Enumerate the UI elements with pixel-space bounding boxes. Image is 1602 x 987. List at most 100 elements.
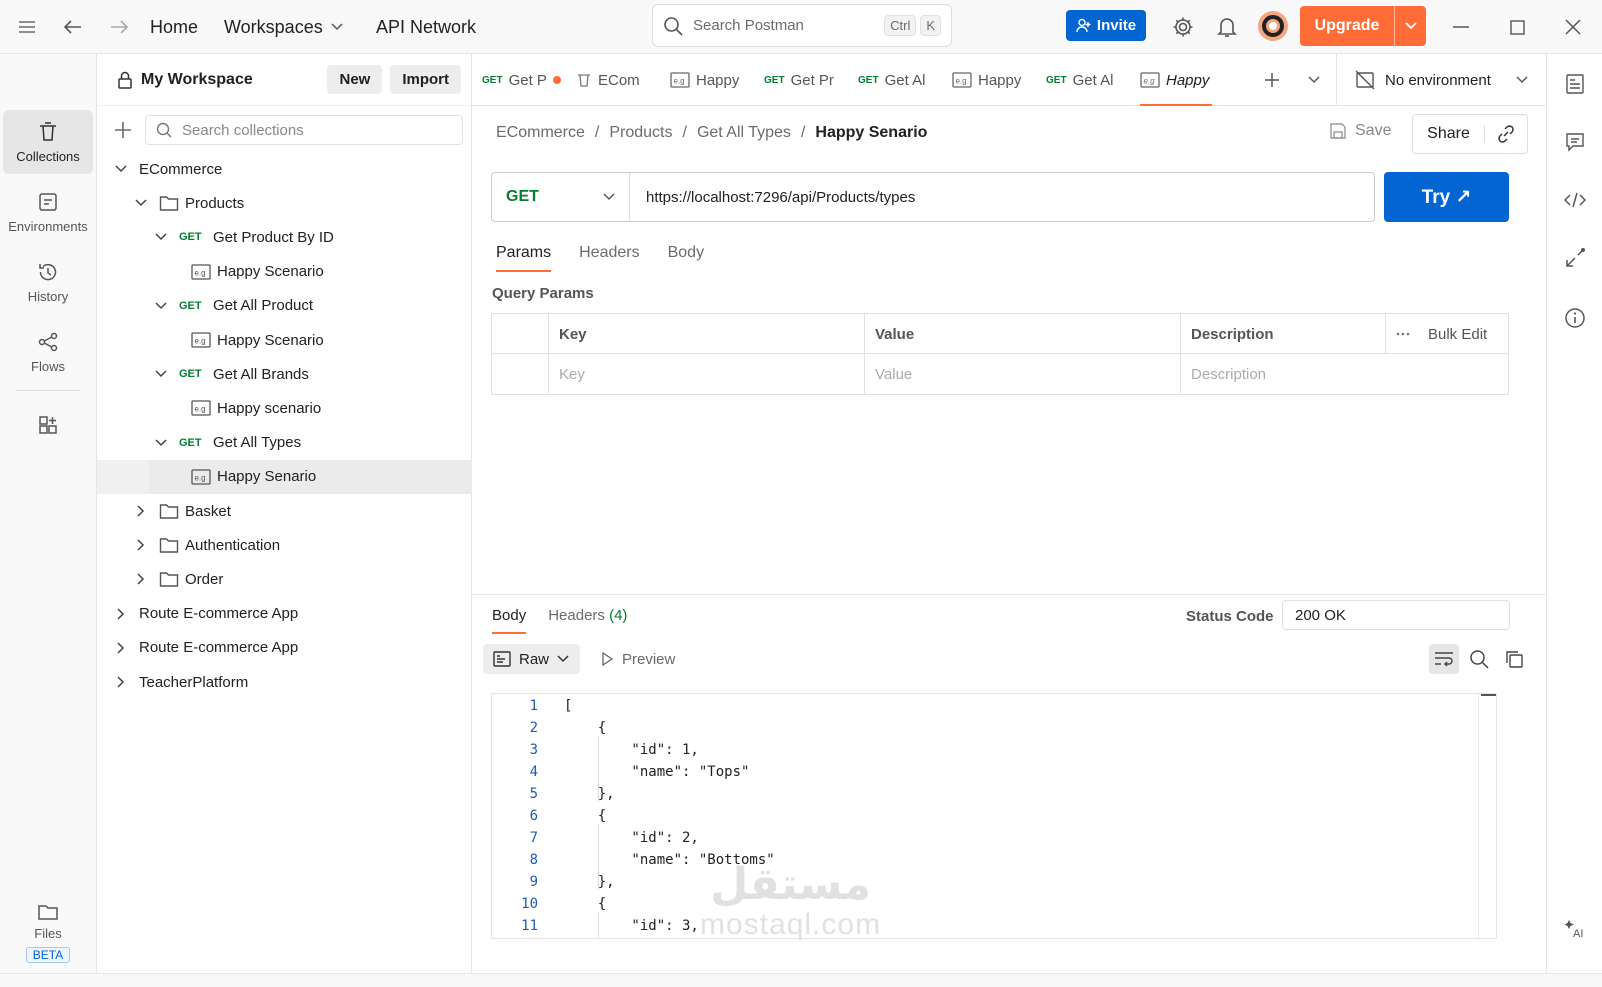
request-item[interactable]: GET Get All Types — [97, 426, 472, 460]
import-button[interactable]: Import — [390, 65, 461, 94]
tab-params[interactable]: Params — [496, 244, 552, 272]
request-tab[interactable]: e.g Happy — [1140, 54, 1212, 106]
description-input[interactable]: Description — [1180, 354, 1508, 394]
ai-assistant-icon[interactable]: AI — [1561, 914, 1589, 942]
collection-item[interactable]: TeacherPlatform — [97, 665, 472, 699]
collection-item[interactable]: Route E-commerce App — [97, 597, 472, 631]
example-item[interactable]: e.g Happy scenario — [97, 391, 472, 425]
key-input[interactable]: Key — [548, 354, 864, 394]
chevron-right-icon[interactable] — [111, 638, 131, 658]
menu-icon[interactable] — [14, 14, 40, 40]
invite-button[interactable]: Invite — [1066, 10, 1146, 41]
tab-headers[interactable]: Headers — [579, 244, 639, 262]
rail-environments[interactable]: Environments — [3, 180, 93, 244]
wrap-lines-icon[interactable] — [1429, 644, 1459, 674]
chevron-down-icon[interactable] — [151, 296, 171, 316]
folder-item[interactable]: Authentication — [97, 528, 472, 562]
breadcrumb-request[interactable]: Get All Types — [697, 124, 791, 142]
chevron-down-icon[interactable] — [151, 364, 171, 384]
row-checkbox[interactable] — [492, 354, 548, 394]
request-tab[interactable]: GET Get Al — [858, 54, 940, 106]
link-icon[interactable] — [1485, 124, 1527, 144]
chevron-right-icon[interactable] — [111, 672, 131, 692]
value-input[interactable]: Value — [864, 354, 1180, 394]
save-button[interactable]: Save — [1329, 122, 1391, 140]
tab-method-badge: GET — [1046, 74, 1067, 86]
folder-item[interactable]: Order — [97, 562, 472, 596]
back-arrow-icon[interactable] — [60, 14, 86, 40]
breadcrumb-folder[interactable]: Products — [609, 124, 672, 142]
search-icon[interactable] — [1464, 644, 1494, 674]
bulk-edit-button[interactable]: Bulk Edit — [1385, 314, 1508, 354]
response-tab-headers[interactable]: Headers (4) — [548, 607, 627, 624]
maximize-icon[interactable] — [1504, 14, 1530, 40]
chevron-right-icon[interactable] — [131, 569, 151, 589]
collection-item[interactable]: ECommerce — [97, 152, 472, 186]
preview-button[interactable]: Preview — [600, 644, 675, 674]
code-scrollbar[interactable] — [1478, 694, 1496, 938]
collections-search-input[interactable]: Search collections — [145, 115, 463, 145]
workspaces-menu[interactable]: Workspaces — [224, 14, 343, 40]
breadcrumb-collection[interactable]: ECommerce — [496, 124, 585, 142]
new-tab-plus-icon[interactable] — [1260, 54, 1284, 106]
request-item[interactable]: GET Get All Product — [97, 289, 472, 323]
raw-format-select[interactable]: Raw — [483, 644, 580, 674]
breadcrumb-current[interactable]: Happy Senario — [815, 124, 927, 142]
documentation-icon[interactable] — [1561, 70, 1589, 98]
tab-body[interactable]: Body — [668, 244, 704, 262]
request-tab[interactable]: ECom — [576, 54, 658, 106]
request-item[interactable]: GET Get All Brands — [97, 357, 472, 391]
example-item[interactable]: e.g Happy Scenario — [97, 255, 472, 289]
request-tab[interactable]: e.g Happy — [952, 54, 1034, 106]
collection-item[interactable]: Route E-commerce App — [97, 631, 472, 665]
configure-sidebar-icon[interactable] — [3, 398, 93, 452]
code-snippet-icon[interactable] — [1561, 186, 1589, 214]
share-button[interactable]: Share — [1413, 125, 1485, 143]
rail-collections[interactable]: Collections — [3, 110, 93, 174]
rail-flows[interactable]: Flows — [3, 320, 93, 384]
chevron-right-icon[interactable] — [111, 604, 131, 624]
chevron-down-icon[interactable] — [151, 433, 171, 453]
method-select[interactable]: GET — [492, 173, 630, 221]
global-search[interactable]: Search Postman Ctrl K — [652, 4, 952, 47]
chevron-down-icon[interactable] — [1394, 6, 1426, 46]
bell-icon[interactable] — [1214, 14, 1240, 40]
minimize-icon[interactable] — [1448, 14, 1474, 40]
add-collection-icon[interactable] — [111, 118, 135, 142]
chevron-right-icon[interactable] — [131, 535, 151, 555]
forward-arrow-icon[interactable] — [106, 14, 132, 40]
response-tab-body[interactable]: Body — [492, 607, 527, 634]
chevron-down-icon[interactable] — [151, 227, 171, 247]
folder-item[interactable]: Basket — [97, 494, 472, 528]
rail-history[interactable]: History — [3, 250, 93, 314]
info-icon[interactable] — [1561, 304, 1589, 332]
request-tab[interactable]: e.g Happy — [670, 54, 752, 106]
related-collections-icon[interactable] — [1561, 244, 1589, 272]
example-item[interactable]: e.g Happy Senario — [97, 459, 472, 494]
request-item[interactable]: GET Get Product By ID — [97, 220, 472, 254]
tabs-overflow-chevron-icon[interactable] — [1302, 54, 1326, 106]
home-link[interactable]: Home — [150, 14, 198, 40]
settings-gear-icon[interactable] — [1170, 14, 1196, 40]
example-item[interactable]: e.g Happy Scenario — [97, 323, 472, 357]
try-button[interactable]: Try ↗ — [1384, 172, 1509, 222]
rail-files[interactable]: Files BETA — [3, 892, 93, 972]
request-tab[interactable]: GET Get Al — [1046, 54, 1128, 106]
chevron-down-icon[interactable] — [131, 193, 151, 213]
chevron-down-icon[interactable] — [111, 159, 131, 179]
copy-icon[interactable] — [1499, 644, 1529, 674]
folder-item[interactable]: Products — [97, 186, 472, 220]
response-body-code[interactable]: 1[2 {3 "id": 1, 4 "name": "Tops" 5 }, 6 {7 … — [491, 693, 1497, 939]
close-icon[interactable] — [1560, 14, 1586, 40]
url-input[interactable]: https://localhost:7296/api/Products/type… — [630, 189, 915, 206]
avatar[interactable] — [1258, 11, 1288, 41]
request-tab[interactable]: GET Get Pr — [764, 54, 846, 106]
upgrade-button[interactable]: Upgrade — [1300, 6, 1426, 46]
comments-icon[interactable] — [1561, 128, 1589, 156]
request-tab[interactable]: GET Get P — [482, 54, 564, 106]
status-code-value[interactable]: 200 OK — [1282, 600, 1510, 630]
environment-selector[interactable]: No environment — [1336, 54, 1546, 106]
new-button[interactable]: New — [327, 65, 383, 94]
chevron-right-icon[interactable] — [131, 501, 151, 521]
api-network-link[interactable]: API Network — [376, 14, 476, 40]
